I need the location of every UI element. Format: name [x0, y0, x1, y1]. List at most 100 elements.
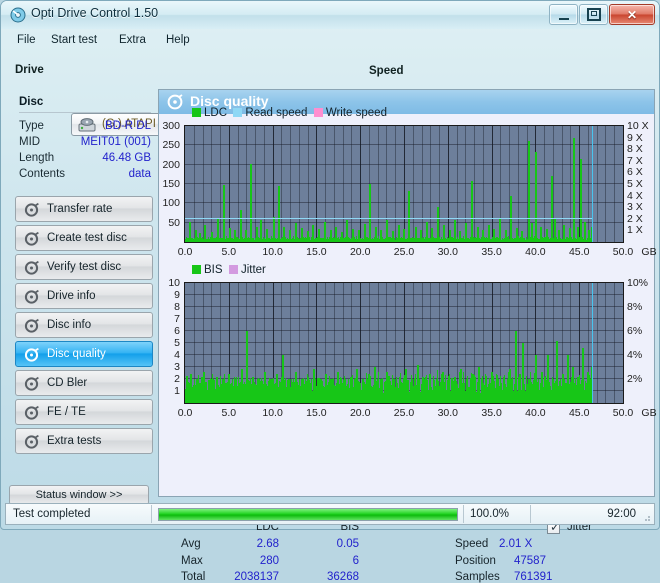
close-button[interactable]: ✕	[609, 4, 655, 25]
bis-chart-ytick: 1	[174, 385, 180, 397]
sidebar-item-transfer-rate[interactable]: Transfer rate	[15, 196, 153, 222]
sidebar-item-label: Transfer rate	[47, 203, 113, 215]
bis-chart-x-unit: GB	[641, 407, 657, 419]
sidebar-item-fe-te[interactable]: FE / TE	[15, 399, 153, 425]
disc-row-value: data	[128, 168, 151, 180]
data-spike	[556, 341, 558, 403]
window-title: Opti Drive Control 1.50	[31, 6, 159, 20]
data-spike	[246, 331, 248, 403]
data-spike	[573, 138, 575, 242]
sidebar-item-disc-info[interactable]: Disc info	[15, 312, 153, 338]
minimize-button[interactable]	[549, 4, 578, 25]
disc-verify-icon	[24, 260, 39, 275]
data-spike	[478, 367, 480, 403]
data-spike	[588, 230, 590, 242]
data-spike	[535, 152, 537, 242]
legend-swatch	[228, 265, 238, 274]
menu-item-extra[interactable]: Extra	[112, 32, 153, 48]
menu-item-start-test[interactable]: Start test	[44, 32, 104, 48]
data-spike	[210, 379, 212, 403]
sidebar-item-label: Disc info	[47, 319, 92, 331]
disc-transfer-icon	[24, 202, 39, 217]
data-spike	[344, 379, 346, 403]
disc-row-mid: MID MEIT01 (001)	[19, 136, 151, 150]
legend-swatch	[313, 108, 323, 117]
data-spike	[528, 141, 530, 242]
data-spike	[245, 230, 247, 242]
disc-bler-icon	[24, 376, 39, 391]
samples-value: 761391	[514, 571, 553, 583]
data-spike	[505, 230, 507, 242]
sidebar-item-label: Create test disc	[47, 232, 127, 244]
data-spike	[341, 232, 343, 242]
ldc-chart-ytick: 150	[162, 178, 180, 190]
bis-chart-y2tick: 8%	[627, 301, 643, 313]
status-bar: Test completed 100.0% 92:00	[5, 503, 655, 525]
data-spike	[195, 230, 197, 242]
speed-stat-label: Speed	[455, 538, 489, 550]
disc-row-key: Length	[19, 152, 55, 164]
grid-line-horizontal	[185, 282, 623, 283]
data-spike	[386, 220, 388, 242]
data-spike	[330, 230, 332, 242]
maximize-button[interactable]	[579, 4, 608, 25]
ldc-chart-ytick: 50	[168, 216, 180, 229]
sidebar-item-create-test-disc[interactable]: Create test disc	[15, 225, 153, 251]
data-spike	[234, 230, 236, 242]
sidebar-item-verify-test-disc[interactable]: Verify test disc	[15, 254, 153, 280]
data-spike	[240, 210, 242, 242]
sidebar-item-disc-quality[interactable]: Disc quality	[15, 341, 153, 367]
disc-row-value: BD-R DL	[104, 120, 151, 132]
ldc-chart-xtick: 30.0	[437, 246, 459, 258]
bis-chart-ytick: 7	[174, 313, 180, 325]
bis-chart-xtick: 0.0	[177, 407, 193, 419]
data-spike	[264, 372, 266, 403]
data-spike	[497, 379, 499, 403]
stats-row-label: Avg	[181, 538, 201, 550]
bis-chart-ytick: 10	[168, 277, 180, 289]
sidebar-item-cd-bler[interactable]: CD Bler	[15, 370, 153, 396]
data-spike	[535, 355, 537, 403]
data-spike	[301, 228, 303, 242]
data-spike	[374, 367, 376, 403]
status-window-button[interactable]: Status window >>	[9, 485, 149, 505]
bis-chart-y2tick: 10%	[627, 277, 649, 289]
data-spike	[503, 377, 505, 403]
ldc-chart-plot[interactable]	[184, 125, 624, 243]
disc-quality-icon	[167, 94, 183, 110]
data-spike	[572, 367, 574, 403]
bis-chart-plot[interactable]	[184, 282, 624, 404]
sidebar-item-extra-tests[interactable]: Extra tests	[15, 428, 153, 454]
menu-item-file[interactable]: File	[10, 32, 43, 48]
data-spike	[204, 225, 206, 242]
bis-chart-xtick: 15.0	[306, 407, 327, 419]
disc-quality-panel: Disc quality LDC Read speed Write speed 5…	[158, 89, 657, 583]
sidebar-item-drive-info[interactable]: Drive info	[15, 283, 153, 309]
grid-line-horizontal	[185, 125, 623, 126]
data-spike	[528, 379, 530, 403]
legend-label: Write speed	[325, 107, 387, 119]
app-window: Opti Drive Control 1.50 ✕ File Start tes…	[0, 0, 660, 583]
menu-item-help[interactable]: Help	[159, 32, 197, 48]
bis-chart-y2tick: 4%	[627, 349, 643, 361]
disc-row-key: MID	[19, 136, 41, 148]
data-spike	[325, 374, 327, 403]
progress-bar	[158, 508, 458, 521]
data-spike	[442, 372, 444, 403]
data-spike	[417, 365, 419, 403]
data-spike	[288, 379, 290, 403]
data-spike	[270, 379, 272, 403]
bis-chart-xtick: 20.0	[349, 407, 371, 419]
elapsed-time: 92:00	[607, 508, 636, 520]
data-spike	[420, 230, 422, 242]
data-spike	[337, 372, 339, 403]
data-spike	[493, 229, 495, 242]
position-cursor	[592, 126, 593, 242]
data-spike	[431, 228, 433, 242]
data-spike	[392, 231, 394, 242]
ldc-chart-ytick: 300	[162, 120, 180, 132]
data-spike	[276, 374, 278, 403]
data-spike	[540, 227, 542, 242]
data-spike	[436, 379, 438, 403]
data-spike	[228, 374, 230, 403]
